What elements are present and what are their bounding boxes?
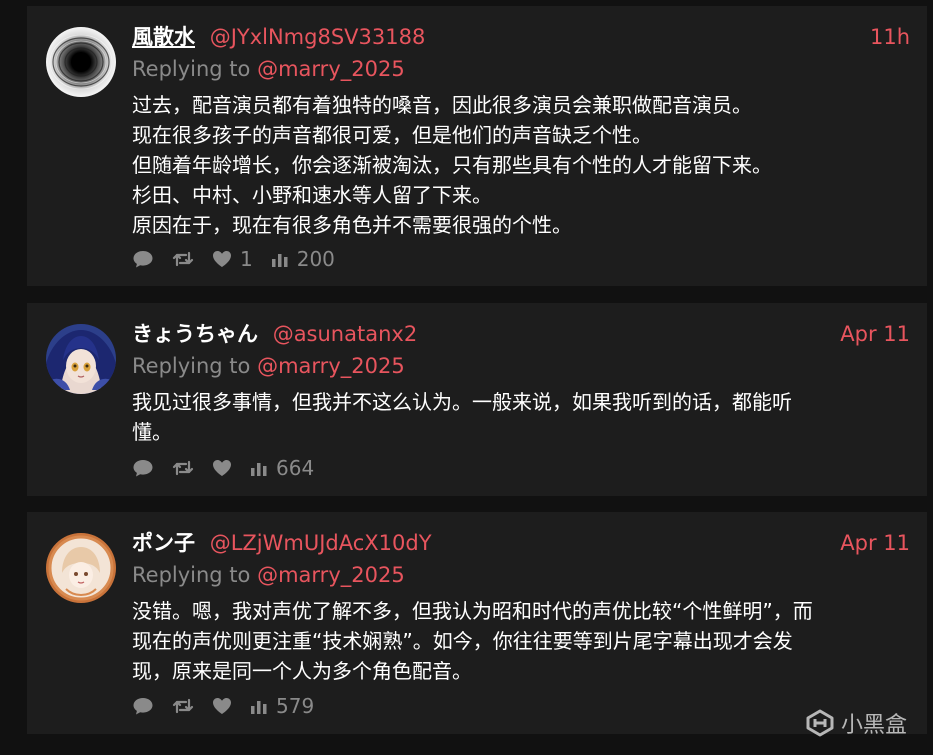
replying-handle[interactable]: @marry_2025	[257, 354, 405, 378]
views-stat[interactable]: 200	[271, 247, 335, 271]
retweet-button[interactable]	[172, 250, 194, 268]
replying-to: Replying to @marry_2025	[132, 54, 405, 84]
reply-feed: 風散水 @JYxlNmg8SV33188 11h Replying to @ma…	[0, 0, 933, 755]
tweet-text-line: 没错。嗯，我对声优了解不多，但我认为昭和时代的声优比较“个性鲜明”，而	[132, 599, 813, 623]
avatar[interactable]	[46, 324, 116, 394]
watermark-text: 小黑盒	[840, 713, 907, 738]
tweet-text-line: 现，原来是同一个人为多个角色配音。	[132, 659, 472, 683]
tweet-text-line: 但随着年龄增长，你会逐渐被淘汰，只有那些具有个性的人才能留下来。	[132, 153, 772, 177]
tweet-card[interactable]: 風散水 @JYxlNmg8SV33188 11h Replying to @ma…	[27, 6, 927, 286]
like-button[interactable]: 1	[212, 247, 253, 271]
retweet-button[interactable]	[172, 697, 194, 715]
display-name[interactable]: きょうちゃん	[132, 322, 258, 346]
tweet-stats: 664	[132, 455, 332, 481]
replying-handle[interactable]: @marry_2025	[257, 563, 405, 587]
vortex-avatar-icon	[46, 27, 116, 97]
reply-button[interactable]	[132, 458, 154, 478]
views-stat[interactable]: 579	[250, 694, 314, 718]
replying-handle[interactable]: @marry_2025	[257, 57, 405, 81]
tweet-card[interactable]: ポン子 @LZjWmUJdAcX10dY Apr 11 Replying to …	[27, 512, 927, 734]
watermark: 小黑盒	[805, 707, 907, 739]
bar-chart-icon	[251, 701, 267, 714]
retweet-icon	[172, 698, 194, 714]
tweet-body: 我见过很多事情，但我并不这么认为。一般来说，如果我听到的话，都能听 懂。	[132, 387, 912, 447]
tweet-body: 过去，配音演员都有着独特的嗓音，因此很多演员会兼职做配音演员。 现在很多孩子的声…	[132, 90, 912, 240]
tweet-text-line: 懂。	[132, 420, 172, 444]
comment-icon	[133, 251, 153, 268]
replying-to: Replying to @marry_2025	[132, 351, 405, 381]
avatar[interactable]	[46, 27, 116, 97]
bar-chart-icon	[251, 463, 267, 476]
tweet-body: 没错。嗯，我对声优了解不多，但我认为昭和时代的声优比较“个性鲜明”，而 现在的声…	[132, 596, 912, 686]
user-handle[interactable]: @LZjWmUJdAcX10dY	[210, 531, 432, 555]
tweet-text-line: 杉田、中村、小野和速水等人留了下来。	[132, 183, 492, 207]
replying-label: Replying to	[132, 354, 251, 378]
reply-button[interactable]	[132, 249, 154, 269]
tweet-text-line: 现在很多孩子的声音都很可爱，但是他们的声音缺乏个性。	[132, 123, 652, 147]
comment-icon	[133, 460, 153, 477]
tweet-text-line: 现在的声优则更注重“技术娴熟”。如今，你往往要等到片尾字幕出现才会发	[132, 629, 793, 653]
heart-icon	[213, 698, 231, 714]
anime-girl-avatar-icon	[46, 324, 116, 394]
retweet-icon	[172, 460, 194, 476]
bar-chart-icon	[271, 254, 288, 267]
like-count: 1	[240, 247, 253, 271]
tweet-header: きょうちゃん @asunatanx2 Apr 11	[132, 319, 910, 349]
view-count: 664	[276, 456, 315, 480]
tweet-text-line: 原因在于，现在有很多角色并不需要很强的个性。	[132, 213, 572, 237]
tweet-card[interactable]: きょうちゃん @asunatanx2 Apr 11 Replying to @m…	[27, 303, 927, 496]
illustrated-avatar-icon	[46, 533, 116, 603]
comment-icon	[133, 698, 153, 715]
tweet-header: 風散水 @JYxlNmg8SV33188 11h	[132, 22, 910, 52]
tweet-header: ポン子 @LZjWmUJdAcX10dY Apr 11	[132, 528, 910, 558]
reply-button[interactable]	[132, 696, 154, 716]
display-name[interactable]: 風散水	[132, 25, 195, 49]
retweet-icon	[172, 251, 194, 267]
heart-icon	[213, 251, 231, 267]
avatar[interactable]	[46, 533, 116, 603]
timestamp[interactable]: 11h	[870, 22, 910, 52]
xiaoheihe-logo-icon	[806, 709, 834, 737]
user-handle[interactable]: @asunatanx2	[273, 322, 418, 346]
heart-icon	[213, 460, 231, 476]
tweet-stats: 579	[132, 693, 332, 719]
display-name[interactable]: ポン子	[132, 531, 195, 555]
tweet-text-line: 过去，配音演员都有着独特的嗓音，因此很多演员会兼职做配音演员。	[132, 93, 752, 117]
views-stat[interactable]: 664	[250, 456, 314, 480]
retweet-button[interactable]	[172, 459, 194, 477]
like-button[interactable]	[212, 697, 232, 715]
replying-to: Replying to @marry_2025	[132, 560, 405, 590]
tweet-text-line: 我见过很多事情，但我并不这么认为。一般来说，如果我听到的话，都能听	[132, 390, 792, 414]
timestamp[interactable]: Apr 11	[840, 528, 910, 558]
replying-label: Replying to	[132, 563, 251, 587]
timestamp[interactable]: Apr 11	[840, 319, 910, 349]
view-count: 579	[276, 694, 315, 718]
user-handle[interactable]: @JYxlNmg8SV33188	[210, 25, 426, 49]
replying-label: Replying to	[132, 57, 251, 81]
tweet-stats: 1 200	[132, 246, 353, 272]
like-button[interactable]	[212, 459, 232, 477]
view-count: 200	[296, 247, 335, 271]
